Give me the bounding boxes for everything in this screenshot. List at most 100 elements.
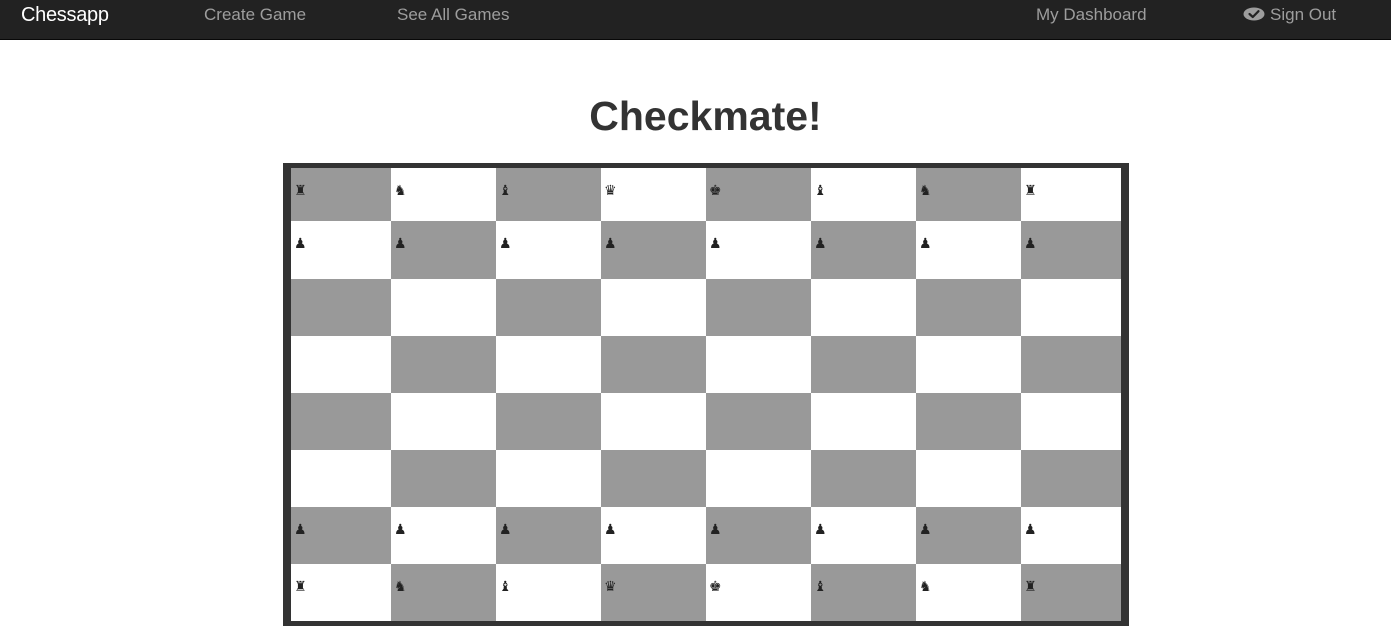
board-square-c8[interactable]: ♝ — [496, 168, 601, 221]
board-square-b3[interactable] — [391, 450, 496, 507]
knight-piece-icon[interactable]: ♞ — [394, 183, 407, 199]
pawn-piece-icon[interactable]: ♟ — [394, 236, 407, 252]
bishop-piece-icon[interactable]: ♝ — [814, 579, 827, 595]
board-square-f3[interactable] — [811, 450, 916, 507]
pawn-piece-icon[interactable]: ♟ — [294, 522, 307, 538]
queen-piece-icon[interactable]: ♛ — [604, 579, 617, 595]
board-square-g3[interactable] — [916, 450, 1021, 507]
board-square-b2[interactable]: ♟ — [391, 507, 496, 564]
board-square-g2[interactable]: ♟ — [916, 507, 1021, 564]
board-square-a5[interactable] — [291, 336, 391, 393]
board-square-h8[interactable]: ♜ — [1021, 168, 1121, 221]
queen-piece-icon[interactable]: ♛ — [604, 183, 617, 199]
board-square-c2[interactable]: ♟ — [496, 507, 601, 564]
board-square-b7[interactable]: ♟ — [391, 221, 496, 279]
board-square-e6[interactable] — [706, 279, 811, 336]
board-square-g6[interactable] — [916, 279, 1021, 336]
pawn-piece-icon[interactable]: ♟ — [709, 522, 722, 538]
pawn-piece-icon[interactable]: ♟ — [814, 522, 827, 538]
pawn-piece-icon[interactable]: ♟ — [604, 236, 617, 252]
board-square-f7[interactable]: ♟ — [811, 221, 916, 279]
board-square-a7[interactable]: ♟ — [291, 221, 391, 279]
board-square-h7[interactable]: ♟ — [1021, 221, 1121, 279]
board-square-a2[interactable]: ♟ — [291, 507, 391, 564]
board-square-d8[interactable]: ♛ — [601, 168, 706, 221]
board-square-f1[interactable]: ♝ — [811, 564, 916, 621]
board-square-g4[interactable] — [916, 393, 1021, 450]
board-square-a3[interactable] — [291, 450, 391, 507]
bishop-piece-icon[interactable]: ♝ — [499, 183, 512, 199]
board-square-c4[interactable] — [496, 393, 601, 450]
pawn-piece-icon[interactable]: ♟ — [1024, 236, 1037, 252]
board-square-h1[interactable]: ♜ — [1021, 564, 1121, 621]
pawn-piece-icon[interactable]: ♟ — [604, 522, 617, 538]
pawn-piece-icon[interactable]: ♟ — [919, 522, 932, 538]
board-square-e2[interactable]: ♟ — [706, 507, 811, 564]
pawn-piece-icon[interactable]: ♟ — [394, 522, 407, 538]
sign-out-link[interactable]: Sign Out — [1243, 0, 1336, 30]
rook-piece-icon[interactable]: ♜ — [294, 183, 307, 199]
brand-link[interactable]: Chessapp — [21, 0, 109, 30]
board-square-d5[interactable] — [601, 336, 706, 393]
board-square-h5[interactable] — [1021, 336, 1121, 393]
bishop-piece-icon[interactable]: ♝ — [499, 579, 512, 595]
board-square-e4[interactable] — [706, 393, 811, 450]
board-square-g5[interactable] — [916, 336, 1021, 393]
board-square-g8[interactable]: ♞ — [916, 168, 1021, 221]
board-square-b1[interactable]: ♞ — [391, 564, 496, 621]
create-game-link[interactable]: Create Game — [204, 0, 306, 30]
board-square-h4[interactable] — [1021, 393, 1121, 450]
pawn-piece-icon[interactable]: ♟ — [499, 236, 512, 252]
pawn-piece-icon[interactable]: ♟ — [919, 236, 932, 252]
knight-piece-icon[interactable]: ♞ — [919, 579, 932, 595]
board-square-b5[interactable] — [391, 336, 496, 393]
board-square-d6[interactable] — [601, 279, 706, 336]
pawn-piece-icon[interactable]: ♟ — [709, 236, 722, 252]
board-square-h2[interactable]: ♟ — [1021, 507, 1121, 564]
board-square-c3[interactable] — [496, 450, 601, 507]
rook-piece-icon[interactable]: ♜ — [1024, 579, 1037, 595]
board-square-d7[interactable]: ♟ — [601, 221, 706, 279]
pawn-piece-icon[interactable]: ♟ — [1024, 522, 1037, 538]
board-square-h3[interactable] — [1021, 450, 1121, 507]
board-square-e8[interactable]: ♚ — [706, 168, 811, 221]
board-square-b4[interactable] — [391, 393, 496, 450]
board-square-f6[interactable] — [811, 279, 916, 336]
see-all-games-link[interactable]: See All Games — [397, 0, 509, 30]
pawn-piece-icon[interactable]: ♟ — [499, 522, 512, 538]
board-square-c7[interactable]: ♟ — [496, 221, 601, 279]
board-square-g7[interactable]: ♟ — [916, 221, 1021, 279]
knight-piece-icon[interactable]: ♞ — [394, 579, 407, 595]
board-square-f2[interactable]: ♟ — [811, 507, 916, 564]
board-square-e7[interactable]: ♟ — [706, 221, 811, 279]
bishop-piece-icon[interactable]: ♝ — [814, 183, 827, 199]
king-piece-icon[interactable]: ♚ — [709, 183, 722, 199]
rook-piece-icon[interactable]: ♜ — [294, 579, 307, 595]
board-square-b8[interactable]: ♞ — [391, 168, 496, 221]
my-dashboard-link[interactable]: My Dashboard — [1036, 0, 1147, 30]
knight-piece-icon[interactable]: ♞ — [919, 183, 932, 199]
rook-piece-icon[interactable]: ♜ — [1024, 183, 1037, 199]
board-square-e5[interactable] — [706, 336, 811, 393]
board-square-d2[interactable]: ♟ — [601, 507, 706, 564]
board-square-c6[interactable] — [496, 279, 601, 336]
board-square-d4[interactable] — [601, 393, 706, 450]
board-square-g1[interactable]: ♞ — [916, 564, 1021, 621]
board-square-c1[interactable]: ♝ — [496, 564, 601, 621]
pawn-piece-icon[interactable]: ♟ — [294, 236, 307, 252]
board-square-e3[interactable] — [706, 450, 811, 507]
board-square-f8[interactable]: ♝ — [811, 168, 916, 221]
board-square-a8[interactable]: ♜ — [291, 168, 391, 221]
board-square-d1[interactable]: ♛ — [601, 564, 706, 621]
board-square-h6[interactable] — [1021, 279, 1121, 336]
board-square-f4[interactable] — [811, 393, 916, 450]
board-square-d3[interactable] — [601, 450, 706, 507]
board-square-e1[interactable]: ♚ — [706, 564, 811, 621]
board-square-c5[interactable] — [496, 336, 601, 393]
pawn-piece-icon[interactable]: ♟ — [814, 236, 827, 252]
board-square-a6[interactable] — [291, 279, 391, 336]
board-square-b6[interactable] — [391, 279, 496, 336]
board-square-a1[interactable]: ♜ — [291, 564, 391, 621]
king-piece-icon[interactable]: ♚ — [709, 579, 722, 595]
board-square-f5[interactable] — [811, 336, 916, 393]
